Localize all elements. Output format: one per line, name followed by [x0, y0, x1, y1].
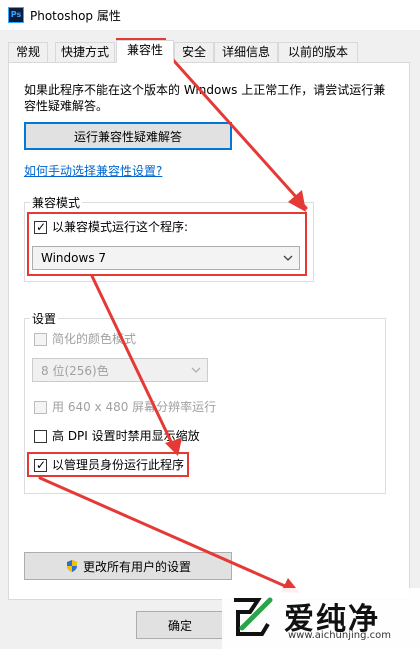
settings-group-label: 设置 [30, 310, 59, 327]
high-dpi-checkbox[interactable] [34, 430, 47, 443]
tab-details[interactable]: 详细信息 [214, 42, 278, 62]
aichunjing-logo-icon [234, 597, 273, 636]
tab-shortcut[interactable]: 快捷方式 [55, 42, 115, 62]
high-dpi-label: 高 DPI 设置时禁用显示缩放 [52, 429, 200, 443]
color-depth-select-value: 8 位(256)色 [41, 363, 109, 378]
reduced-color-label: 简化的颜色模式 [52, 332, 137, 346]
compat-mode-checkbox[interactable]: ✓ [34, 220, 47, 234]
compat-mode-select[interactable]: Windows 7 [32, 246, 300, 270]
res-640-checkbox[interactable] [34, 401, 47, 414]
chevron-down-icon [191, 367, 201, 373]
manual-settings-link[interactable]: 如何手动选择兼容性设置? [24, 162, 162, 179]
change-all-users-label: 更改所有用户的设置 [82, 559, 191, 574]
reduced-color-checkbox[interactable] [34, 333, 47, 346]
tab-general[interactable]: 常规 [8, 42, 48, 62]
compat-mode-group [24, 202, 314, 282]
watermark: 爱纯净 www.aichunjing.com [222, 588, 420, 649]
checkmark-icon: ✓ [36, 458, 47, 472]
window-title: Photoshop 属性 [30, 9, 121, 23]
tab-security[interactable]: 安全 [174, 42, 214, 62]
uac-shield-icon [66, 560, 77, 572]
photoshop-app-icon: Ps [8, 7, 24, 23]
admin-checkbox[interactable]: ✓ [34, 458, 47, 472]
compat-info-text: 如果此程序不能在这个版本的 Windows 上正常工作，请尝试运行兼容性疑难解答… [24, 83, 386, 113]
compat-mode-checkbox-label: 以兼容模式运行这个程序: [52, 220, 189, 234]
title-bar: Ps Photoshop 属性 [0, 0, 420, 30]
res-640-label: 用 640 x 480 屏幕分辨率运行 [52, 400, 217, 414]
watermark-url: www.aichunjing.com [288, 630, 391, 641]
compat-mode-group-label: 兼容模式 [30, 194, 83, 211]
change-all-users-button[interactable]: 更改所有用户的设置 [24, 552, 232, 580]
chevron-down-icon [283, 255, 293, 261]
ok-button[interactable]: 确定 [136, 611, 224, 639]
troubleshoot-button[interactable]: 运行兼容性疑难解答 [24, 122, 232, 150]
color-depth-select[interactable]: 8 位(256)色 [32, 358, 208, 382]
tab-compatibility[interactable]: 兼容性 [116, 40, 174, 63]
tab-previous-versions[interactable]: 以前的版本 [278, 42, 358, 62]
checkmark-icon: ✓ [36, 220, 47, 234]
compat-mode-select-value: Windows 7 [41, 251, 107, 265]
admin-label: 以管理员身份运行此程序 [52, 458, 185, 472]
